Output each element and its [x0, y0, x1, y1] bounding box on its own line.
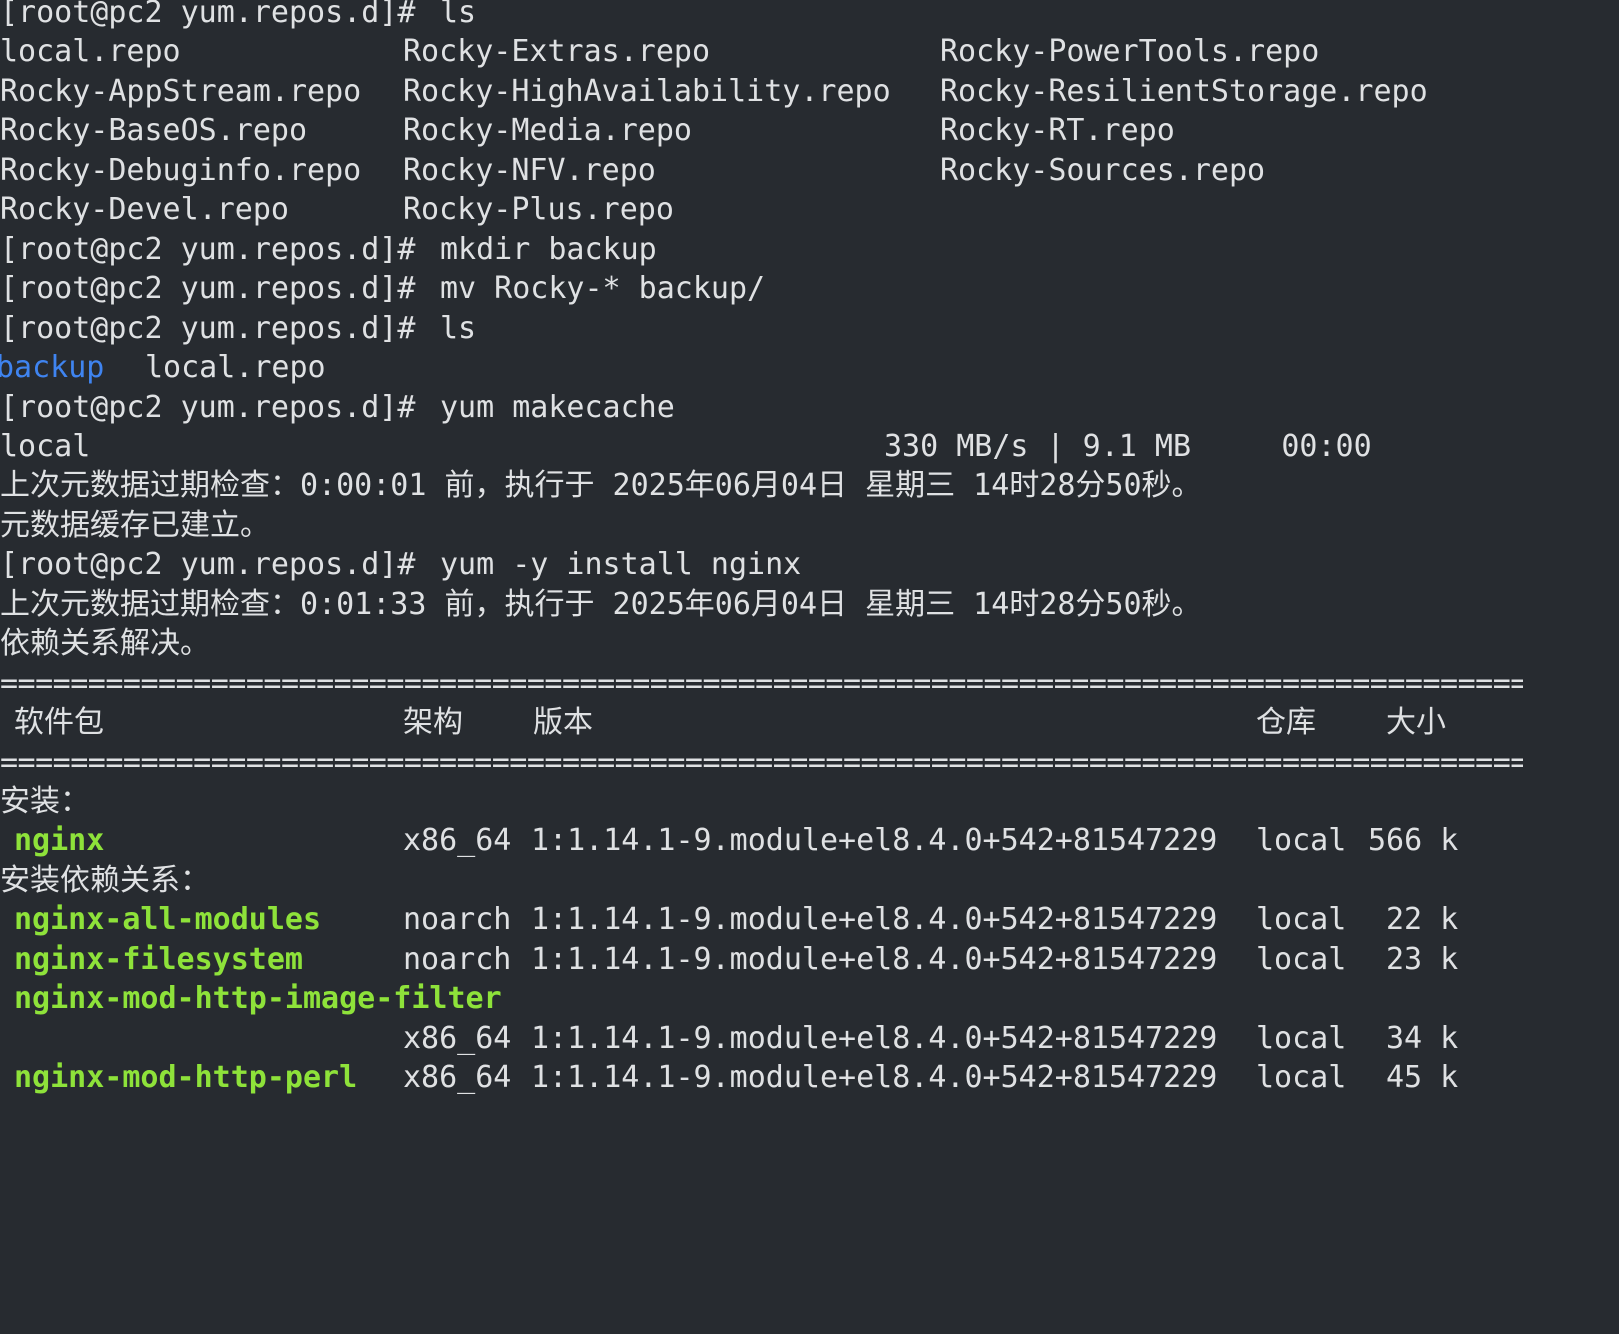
directory-entry: backup: [0, 350, 105, 386]
command-text: ls: [440, 310, 477, 346]
package-size: 23 k: [1386, 941, 1459, 977]
package-name: nginx-filesystem: [14, 941, 303, 977]
command-line: [root@pc2 yum.repos.d]# yum -y install n…: [0, 545, 801, 584]
file-entry: Rocky-Devel.repo: [0, 192, 289, 228]
metadata-check-line: 上次元数据过期检查：0:01:33 前，执行于 2025年06月04日 星期三 …: [0, 585, 1202, 624]
command-line: [root@pc2 yum.repos.d]# mkdir backup: [0, 230, 657, 269]
download-stats: 330 MB/s | 9.1 MB 00:00: [884, 428, 1372, 464]
package-version: 1:1.14.1-9.module+el8.4.0+542+81547229: [531, 823, 1218, 859]
cache-built-text: 元数据缓存已建立。: [0, 507, 270, 543]
package-version: 1:1.14.1-9.module+el8.4.0+542+81547229: [531, 1020, 1218, 1056]
package-repo: local: [1256, 823, 1347, 859]
header-arch: 架构: [403, 705, 463, 741]
command-line: [root@pc2 yum.repos.d]# ls: [0, 309, 476, 348]
section-label: 安装依赖关系：: [0, 861, 210, 900]
header-version: 版本: [533, 705, 593, 741]
file-entry: Rocky-Plus.repo: [403, 192, 674, 228]
shell-prompt: [root@pc2 yum.repos.d]#: [0, 389, 416, 425]
file-entry: Rocky-BaseOS.repo: [0, 113, 308, 149]
package-arch: noarch: [403, 902, 512, 938]
shell-prompt: [root@pc2 yum.repos.d]#: [0, 310, 416, 346]
file-entry: Rocky-PowerTools.repo: [940, 34, 1320, 70]
package-arch: x86_64: [403, 1020, 512, 1056]
shell-prompt: [root@pc2 yum.repos.d]#: [0, 271, 416, 307]
command-text: yum makecache: [440, 389, 675, 425]
command-text: yum -y install nginx: [440, 547, 802, 583]
table-row: nginx-all-modules noarch 1:1.14.1-9.modu…: [0, 900, 1458, 939]
dependency-resolved-line: 依赖关系解决。: [0, 624, 210, 663]
package-size: 34 k: [1386, 1020, 1459, 1056]
download-progress-line: local 330 MB/s | 9.1 MB 00:00: [0, 427, 1372, 466]
package-size: 566 k: [1368, 823, 1459, 859]
table-row: nginx-mod-http-image-filter: [0, 979, 502, 1018]
package-arch: x86_64: [403, 823, 512, 859]
ls-output-row: Rocky-Devel.repo Rocky-Plus.repo: [0, 190, 674, 229]
package-arch: noarch: [403, 941, 512, 977]
package-repo: local: [1256, 1060, 1347, 1096]
file-entry: Rocky-ResilientStorage.repo: [940, 73, 1428, 109]
package-name: nginx: [14, 823, 105, 859]
table-row: nginx x86_64 1:1.14.1-9.module+el8.4.0+5…: [0, 821, 1458, 860]
file-entry: Rocky-Extras.repo: [403, 34, 711, 70]
terminal-window[interactable]: [root@pc2 yum.repos.d]# ls local.repo Ro…: [0, 0, 1619, 1095]
file-entry: Rocky-Media.repo: [403, 113, 692, 149]
metadata-check-text: 上次元数据过期检查：0:00:01 前，执行于 2025年06月04日 星期三 …: [0, 468, 1202, 504]
file-entry: Rocky-Sources.repo: [940, 152, 1266, 188]
cache-built-line: 元数据缓存已建立。: [0, 506, 270, 545]
package-name: nginx-mod-http-image-filter: [14, 981, 502, 1017]
ls-output-row: Rocky-Debuginfo.repo Rocky-NFV.repo Rock…: [0, 151, 1265, 190]
table-divider: ========================================…: [0, 665, 1523, 701]
ls-output-row: local.repo Rocky-Extras.repo Rocky-Power…: [0, 32, 1319, 71]
file-entry: Rocky-NFV.repo: [403, 152, 656, 188]
ls-output-row: Rocky-AppStream.repo Rocky-HighAvailabil…: [0, 72, 1428, 111]
dependencies-label: 安装依赖关系：: [0, 862, 210, 898]
package-version: 1:1.14.1-9.module+el8.4.0+542+81547229: [531, 941, 1218, 977]
command-text: mkdir backup: [440, 231, 657, 267]
command-line: [root@pc2 yum.repos.d]# ls: [0, 0, 476, 32]
metadata-check-text: 上次元数据过期检查：0:01:33 前，执行于 2025年06月04日 星期三 …: [0, 586, 1202, 622]
shell-prompt: [root@pc2 yum.repos.d]#: [0, 547, 416, 583]
table-row: nginx-mod-http-perl x86_64 1:1.14.1-9.mo…: [0, 1058, 1458, 1097]
section-label: 安装：: [0, 782, 90, 821]
package-name: nginx-mod-http-perl: [14, 1060, 358, 1096]
table-row-continuation: x86_64 1:1.14.1-9.module+el8.4.0+542+815…: [0, 1019, 1458, 1058]
file-entry: Rocky-AppStream.repo: [0, 73, 362, 109]
command-text: mv Rocky-* backup/: [440, 271, 766, 307]
installing-label: 安装：: [0, 784, 90, 819]
package-name: nginx-all-modules: [14, 902, 322, 938]
table-row: nginx-filesystem noarch 1:1.14.1-9.modul…: [0, 940, 1458, 979]
header-size: 大小: [1386, 705, 1446, 741]
file-entry: Rocky-RT.repo: [940, 113, 1175, 149]
command-text: ls: [440, 0, 477, 30]
file-entry: Rocky-Debuginfo.repo: [0, 152, 362, 188]
header-package: 软件包: [14, 705, 104, 741]
command-line: [root@pc2 yum.repos.d]# yum makecache: [0, 388, 675, 427]
file-entry: Rocky-HighAvailability.repo: [403, 73, 891, 109]
package-arch: x86_64: [403, 1060, 512, 1096]
command-line: [root@pc2 yum.repos.d]# mv Rocky-* backu…: [0, 269, 765, 308]
shell-prompt: [root@pc2 yum.repos.d]#: [0, 231, 416, 267]
package-repo: local: [1256, 902, 1347, 938]
metadata-check-line: 上次元数据过期检查：0:00:01 前，执行于 2025年06月04日 星期三 …: [0, 466, 1202, 505]
repo-name: local: [0, 428, 91, 464]
package-size: 45 k: [1386, 1060, 1459, 1096]
package-version: 1:1.14.1-9.module+el8.4.0+542+81547229: [531, 1060, 1218, 1096]
dependency-resolved-text: 依赖关系解决。: [0, 626, 210, 662]
package-repo: local: [1256, 1020, 1347, 1056]
file-entry: local.repo: [145, 350, 326, 386]
table-divider: ========================================…: [0, 744, 1523, 780]
ls-output-row: backup local.repo: [0, 348, 326, 387]
header-repo: 仓库: [1256, 705, 1316, 741]
package-size: 22 k: [1386, 902, 1459, 938]
shell-prompt: [root@pc2 yum.repos.d]#: [0, 0, 416, 30]
package-version: 1:1.14.1-9.module+el8.4.0+542+81547229: [531, 902, 1218, 938]
file-entry: local.repo: [0, 34, 181, 70]
ls-output-row: Rocky-BaseOS.repo Rocky-Media.repo Rocky…: [0, 111, 1175, 150]
package-repo: local: [1256, 941, 1347, 977]
table-header: 软件包 架构 版本 仓库 大小: [0, 703, 1446, 742]
